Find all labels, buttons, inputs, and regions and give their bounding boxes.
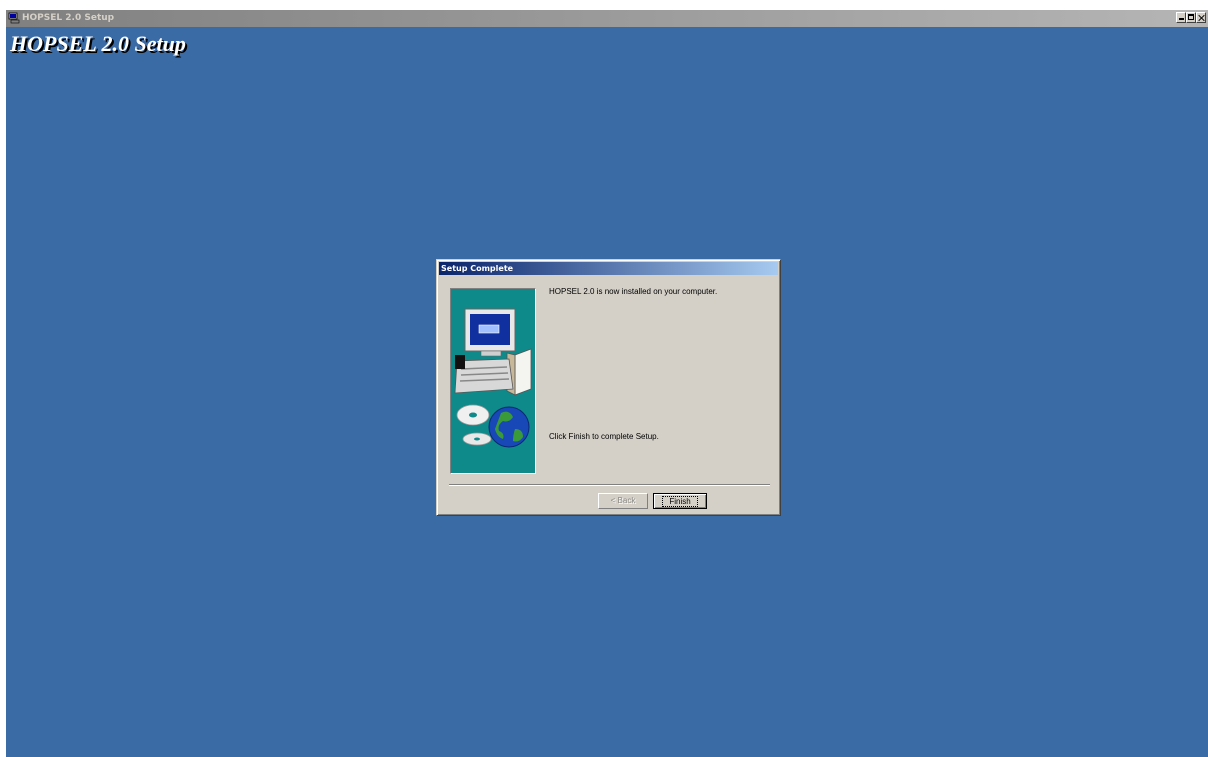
finish-button-label: Finish <box>662 496 698 507</box>
window-controls <box>1176 12 1206 23</box>
illustration-graphic <box>454 308 532 448</box>
dialog-titlebar[interactable]: Setup Complete <box>439 262 778 275</box>
button-divider <box>449 484 770 486</box>
dialog-title: Setup Complete <box>441 264 514 273</box>
setup-app-icon <box>8 12 20 24</box>
installed-message: HOPSEL 2.0 is now installed on your comp… <box>549 287 718 296</box>
finish-instruction: Click Finish to complete Setup. <box>549 432 659 441</box>
setup-app-window: HOPSEL 2.0 Setup HOPSEL 2.0 Setup Setup … <box>6 10 1208 757</box>
setup-heading: HOPSEL 2.0 Setup <box>10 31 186 56</box>
computer-with-cd-and-globe-illustration <box>450 288 536 474</box>
finish-button[interactable]: Finish <box>653 493 707 509</box>
minimize-icon[interactable] <box>1176 12 1186 23</box>
back-button[interactable]: < Back <box>598 493 648 509</box>
outer-titlebar[interactable]: HOPSEL 2.0 Setup <box>6 10 1208 27</box>
close-icon[interactable] <box>1196 12 1206 23</box>
setup-complete-dialog: Setup Complete HOPSEL 2.0 is now install… <box>436 259 781 516</box>
outer-window-title: HOPSEL 2.0 Setup <box>22 13 115 23</box>
maximize-icon[interactable] <box>1186 12 1196 23</box>
